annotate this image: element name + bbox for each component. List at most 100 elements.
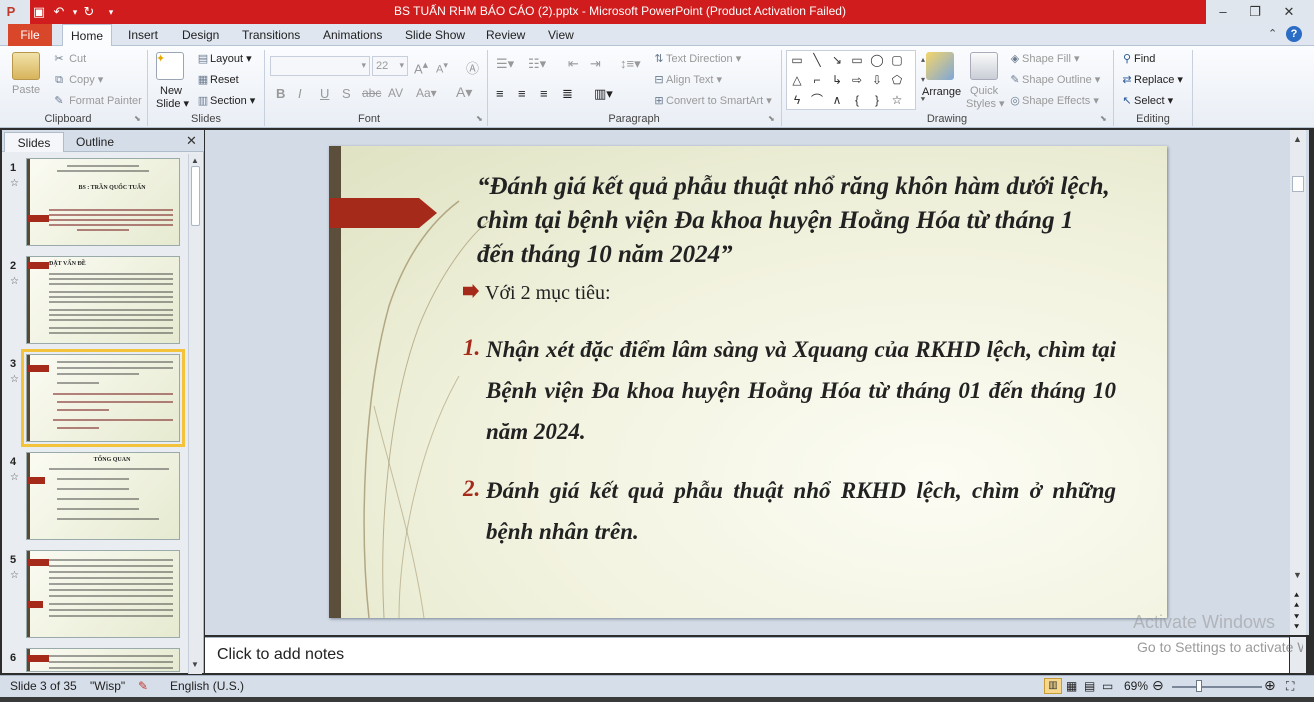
minimize-ribbon-icon[interactable]: ⌃ bbox=[1268, 27, 1277, 40]
find-button[interactable]: Find bbox=[1134, 53, 1155, 65]
shape-outline-button[interactable]: Shape Outline bbox=[1022, 74, 1092, 86]
select-icon[interactable]: ↖ bbox=[1120, 94, 1134, 107]
minimize-button[interactable]: – bbox=[1208, 2, 1238, 22]
font-size-combobox[interactable]: 22 ▾ bbox=[372, 56, 408, 76]
slide-canvas[interactable]: “Đánh giá kết quả phẫu thuật nhổ răng kh… bbox=[329, 146, 1167, 618]
language-indicator[interactable]: English (U.S.) bbox=[170, 679, 244, 693]
text-direction-button[interactable]: Text Direction bbox=[666, 53, 733, 65]
text-direction-icon[interactable]: ⇅ bbox=[652, 52, 666, 65]
shape-outline-icon[interactable]: ✎ bbox=[1008, 73, 1022, 86]
replace-icon[interactable]: ⇄ bbox=[1120, 73, 1134, 86]
elbow-arrow-shape-icon[interactable]: ↳ bbox=[829, 73, 845, 87]
help-icon[interactable]: ? bbox=[1286, 26, 1302, 42]
line-shape-icon[interactable]: ╲ bbox=[809, 53, 825, 67]
close-panel-icon[interactable]: ✕ bbox=[186, 133, 197, 149]
scroll-down-icon[interactable]: ▼ bbox=[1293, 570, 1302, 580]
textbox-shape-icon[interactable]: ▭ bbox=[789, 53, 805, 67]
italic-icon[interactable]: I bbox=[298, 86, 302, 101]
curve-shape-icon[interactable]: ⌒ bbox=[809, 93, 825, 107]
scrollbar-thumb[interactable] bbox=[191, 166, 200, 226]
align-text-button[interactable]: Align Text bbox=[666, 74, 714, 86]
left-brace-shape-icon[interactable]: { bbox=[849, 93, 865, 107]
arrow-line-shape-icon[interactable]: ↘ bbox=[829, 53, 845, 67]
zoom-slider-thumb[interactable] bbox=[1196, 680, 1202, 692]
pentagon-shape-icon[interactable]: ⬠ bbox=[889, 73, 905, 87]
scroll-down-icon[interactable]: ▼ bbox=[191, 660, 199, 669]
elbow-connector-shape-icon[interactable]: ⌐ bbox=[809, 73, 825, 87]
bullets-icon[interactable]: ☰▾ bbox=[496, 56, 514, 72]
save-icon[interactable]: ▣ bbox=[30, 3, 48, 21]
align-text-icon[interactable]: ⊟ bbox=[652, 73, 666, 86]
cut-icon[interactable]: ✂ bbox=[52, 52, 66, 65]
font-name-combobox[interactable]: ▾ bbox=[270, 56, 370, 76]
objective-1-text[interactable]: Nhận xét đặc điểm lâm sàng và Xquang của… bbox=[486, 329, 1116, 452]
scroll-up-icon[interactable]: ▲ bbox=[1293, 134, 1302, 144]
cut-button[interactable]: Cut bbox=[69, 53, 86, 65]
down-arrow-shape-icon[interactable]: ⇩ bbox=[869, 73, 885, 87]
notes-pane[interactable]: Click to add notes bbox=[205, 637, 1289, 673]
objectives-heading[interactable]: Với 2 mục tiêu: bbox=[485, 282, 611, 305]
restore-button[interactable]: ❐ bbox=[1240, 2, 1270, 22]
scrollbar-thumb[interactable] bbox=[1292, 176, 1304, 192]
find-icon[interactable]: ⚲ bbox=[1120, 52, 1134, 65]
redo-icon[interactable]: ↻ bbox=[80, 3, 98, 21]
normal-view-icon[interactable]: ▥ bbox=[1044, 678, 1062, 694]
triangle-shape-icon[interactable]: △ bbox=[789, 73, 805, 87]
shrink-font-icon[interactable]: A▾ bbox=[436, 60, 448, 76]
tab-file[interactable]: File bbox=[8, 24, 52, 46]
text-shadow-icon[interactable]: S bbox=[342, 86, 351, 101]
right-brace-shape-icon[interactable]: } bbox=[869, 93, 885, 107]
section-icon[interactable]: ▥ bbox=[196, 94, 210, 107]
slide-thumbnail-5[interactable] bbox=[26, 550, 180, 638]
convert-smartart-button[interactable]: Convert to SmartArt bbox=[666, 95, 763, 107]
align-center-icon[interactable]: ≡ bbox=[518, 86, 526, 101]
paste-icon[interactable] bbox=[12, 52, 40, 80]
previous-slide-icon[interactable]: ⯅ ⯅ bbox=[1293, 590, 1300, 610]
drawing-launcher-icon[interactable]: ⬊ bbox=[1100, 114, 1107, 123]
tab-review[interactable]: Review bbox=[476, 24, 535, 46]
zoom-in-icon[interactable]: ⊕ bbox=[1264, 677, 1276, 694]
slide-thumbnail-2[interactable]: ĐẶT VẤN ĐỀ bbox=[26, 256, 180, 344]
bold-icon[interactable]: B bbox=[276, 86, 285, 101]
right-arrow-shape-icon[interactable]: ⇨ bbox=[849, 73, 865, 87]
rectangle-shape-icon[interactable]: ▭ bbox=[849, 53, 865, 67]
tab-insert[interactable]: Insert bbox=[118, 24, 168, 46]
smartart-icon[interactable]: ⊞ bbox=[652, 94, 666, 107]
select-button[interactable]: Select bbox=[1134, 95, 1165, 107]
rounded-rectangle-shape-icon[interactable]: ▢ bbox=[889, 53, 905, 67]
tab-slide-show[interactable]: Slide Show bbox=[395, 24, 475, 46]
strikethrough-icon[interactable]: abc bbox=[362, 86, 381, 100]
zoom-slider[interactable] bbox=[1172, 686, 1262, 688]
increase-indent-icon[interactable]: ⇥ bbox=[590, 56, 601, 72]
decrease-indent-icon[interactable]: ⇤ bbox=[568, 56, 579, 72]
shape-effects-button[interactable]: Shape Effects bbox=[1022, 95, 1090, 107]
objective-2-text[interactable]: Đánh giá kết quả phẫu thuật nhổ RKHD lệc… bbox=[486, 470, 1116, 552]
font-color-icon[interactable]: A▾ bbox=[456, 84, 472, 101]
zoom-out-icon[interactable]: ⊖ bbox=[1152, 677, 1164, 694]
reset-icon[interactable]: ▦ bbox=[196, 73, 210, 86]
slide-thumbnail-1[interactable]: BS : TRẦN QUỐC TUẤN bbox=[26, 158, 180, 246]
tab-slides[interactable]: Slides bbox=[4, 132, 64, 152]
slide-sorter-view-icon[interactable]: ▦ bbox=[1066, 679, 1077, 693]
font-launcher-icon[interactable]: ⬊ bbox=[476, 114, 483, 123]
slide-title[interactable]: “Đánh giá kết quả phẫu thuật nhổ răng kh… bbox=[477, 170, 1117, 272]
format-painter-icon[interactable]: ✎ bbox=[52, 94, 66, 107]
layout-button[interactable]: Layout bbox=[210, 53, 243, 65]
grow-font-icon[interactable]: A▴ bbox=[414, 58, 428, 76]
underline-icon[interactable]: U bbox=[320, 86, 329, 101]
shape-effects-icon[interactable]: ◎ bbox=[1008, 94, 1022, 107]
slide-editor-scrollbar[interactable]: ▲ ▼ ⯅ ⯅ ⯆ ⯆ bbox=[1290, 130, 1306, 635]
columns-icon[interactable]: ▥▾ bbox=[594, 86, 613, 102]
scroll-up-icon[interactable]: ▲ bbox=[191, 156, 199, 165]
align-left-icon[interactable]: ≡ bbox=[496, 86, 504, 101]
spell-check-icon[interactable]: ✎ bbox=[138, 679, 148, 693]
close-button[interactable]: ✕ bbox=[1274, 2, 1304, 22]
quick-styles-icon[interactable] bbox=[970, 52, 998, 80]
slide-thumbnail-3[interactable] bbox=[21, 349, 185, 447]
section-button[interactable]: Section bbox=[210, 95, 247, 107]
notes-placeholder[interactable]: Click to add notes bbox=[217, 646, 344, 664]
align-right-icon[interactable]: ≡ bbox=[540, 86, 548, 101]
line-spacing-icon[interactable]: ↕≡▾ bbox=[620, 56, 641, 72]
change-case-icon[interactable]: Aa▾ bbox=[416, 86, 437, 100]
copy-icon[interactable]: ⧉ bbox=[52, 74, 66, 87]
